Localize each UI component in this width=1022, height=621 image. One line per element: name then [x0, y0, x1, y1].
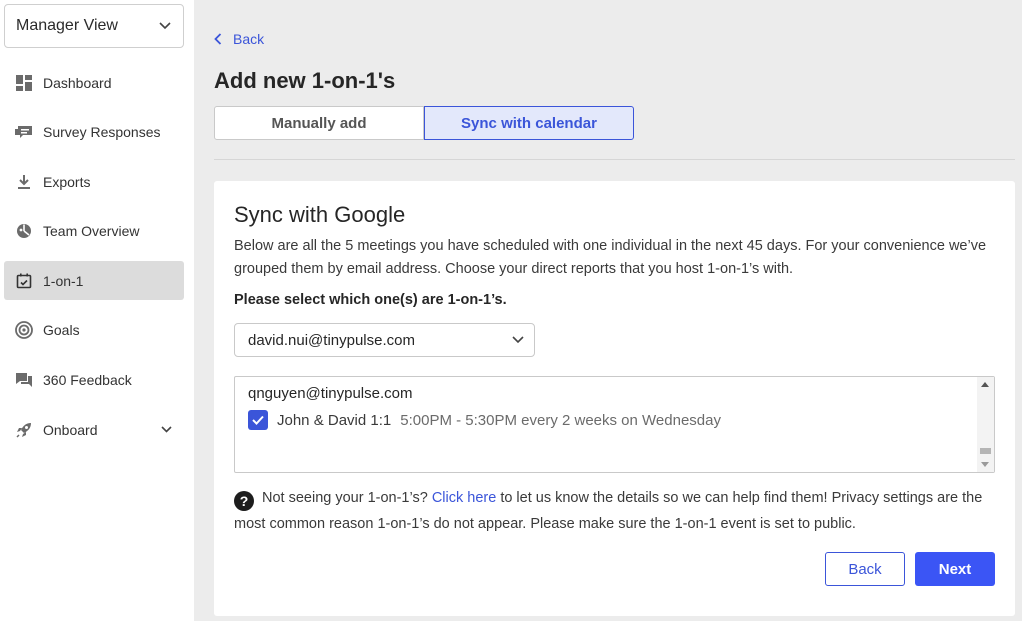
- main-content: Back Add new 1-on-1's Manually add Sync …: [194, 0, 1022, 621]
- chevron-down-icon: [512, 336, 524, 344]
- meeting-checkbox[interactable]: [248, 410, 268, 430]
- tab-manually-add[interactable]: Manually add: [214, 106, 424, 140]
- click-here-link[interactable]: Click here: [432, 490, 496, 506]
- sidebar-item-label: Dashboard: [43, 74, 112, 91]
- meeting-row[interactable]: John & David 1:1 5:00PM - 5:30PM every 2…: [248, 410, 721, 430]
- tabs: Manually add Sync with calendar: [214, 106, 634, 140]
- sidebar-nav: Dashboard Survey Responses Exports Team …: [4, 63, 184, 460]
- rocket-icon: [15, 421, 33, 439]
- scrollbar[interactable]: [977, 377, 994, 472]
- view-select-label: Manager View: [16, 17, 118, 34]
- chevron-left-icon: [214, 33, 222, 45]
- back-button[interactable]: Back: [825, 552, 905, 586]
- feedback-icon: [15, 371, 33, 389]
- sidebar-item-team-overview[interactable]: Team Overview: [4, 212, 184, 251]
- next-button[interactable]: Next: [915, 552, 995, 586]
- sidebar-item-1-on-1[interactable]: 1-on-1: [4, 261, 184, 301]
- pie-chart-icon: [15, 222, 33, 240]
- back-link[interactable]: Back: [214, 31, 264, 47]
- view-select[interactable]: Manager View: [4, 4, 184, 48]
- sidebar-item-label: Team Overview: [43, 223, 140, 240]
- help-prefix: Not seeing your 1-on-1’s?: [262, 490, 428, 506]
- page-title: Add new 1-on-1's: [214, 68, 396, 93]
- sidebar-item-360-feedback[interactable]: 360 Feedback: [4, 361, 184, 400]
- tab-sync-with-calendar[interactable]: Sync with calendar: [424, 106, 634, 140]
- email-select-value: david.nui@tinypulse.com: [248, 331, 415, 349]
- card-description: Below are all the 5 meetings you have sc…: [234, 238, 987, 277]
- sidebar-item-label: Exports: [43, 173, 91, 190]
- back-link-label: Back: [233, 31, 265, 47]
- scroll-down-arrow[interactable]: [981, 462, 989, 467]
- divider: [214, 159, 1015, 160]
- sidebar-item-exports[interactable]: Exports: [4, 162, 184, 201]
- download-icon: [15, 173, 33, 191]
- dashboard-icon: [15, 74, 33, 92]
- sidebar-item-dashboard[interactable]: Dashboard: [4, 63, 184, 102]
- sidebar: Manager View Dashboard Survey Responses …: [0, 0, 194, 621]
- card-title: Sync with Google: [234, 202, 406, 227]
- sidebar-item-label: Onboard: [43, 421, 98, 438]
- target-icon: [15, 321, 33, 340]
- checkmark-icon: [252, 415, 264, 425]
- chevron-down-icon[interactable]: [161, 426, 172, 433]
- chat-icon: [15, 123, 33, 141]
- scroll-thumb[interactable]: [980, 448, 991, 454]
- sidebar-item-onboard[interactable]: Onboard: [4, 410, 184, 449]
- meeting-time: 5:00PM - 5:30PM every 2 weeks on Wednesd…: [400, 411, 721, 429]
- calendar-check-icon: [15, 272, 33, 290]
- sidebar-item-label: 360 Feedback: [43, 372, 132, 389]
- scroll-up-arrow[interactable]: [981, 382, 989, 387]
- select-label: Please select which one(s) are 1-on-1’s.: [234, 292, 507, 308]
- meeting-name: John & David 1:1: [277, 411, 392, 429]
- group-email: qnguyen@tinypulse.com: [248, 385, 413, 402]
- sidebar-item-goals[interactable]: Goals: [4, 311, 184, 350]
- sidebar-item-label: 1-on-1: [43, 272, 84, 289]
- chevron-down-icon: [159, 22, 171, 30]
- meeting-list[interactable]: qnguyen@tinypulse.com John & David 1:1 5…: [234, 376, 995, 473]
- sidebar-item-survey-responses[interactable]: Survey Responses: [4, 113, 184, 152]
- sidebar-item-label: Goals: [43, 322, 80, 339]
- sidebar-item-label: Survey Responses: [43, 124, 161, 141]
- email-select[interactable]: david.nui@tinypulse.com: [234, 323, 535, 357]
- question-icon: ?: [234, 491, 254, 511]
- help-text: ? Not seeing your 1-on-1’s? Click here to…: [234, 485, 994, 537]
- sync-card: Sync with Google Below are all the 5 mee…: [214, 181, 1015, 616]
